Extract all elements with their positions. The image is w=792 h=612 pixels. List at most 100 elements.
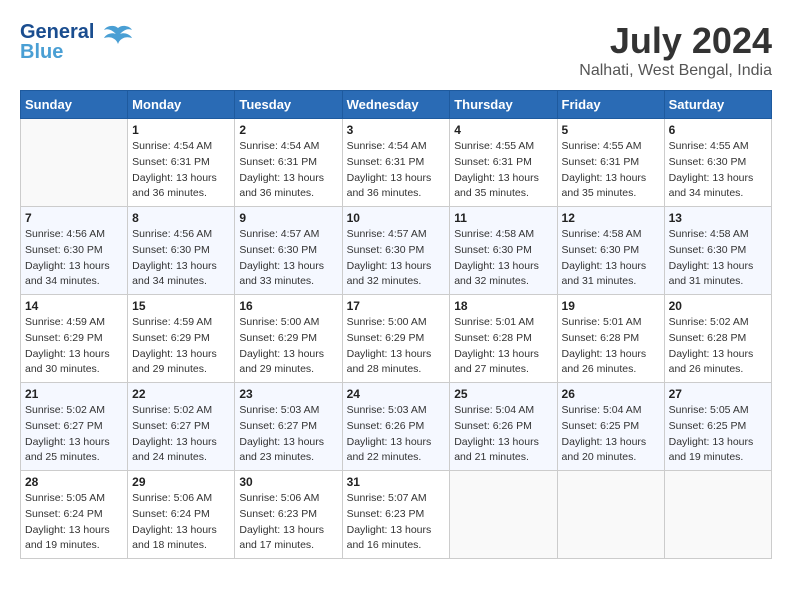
day-number: 4 — [454, 123, 552, 137]
day-number: 24 — [347, 387, 446, 401]
calendar-cell: 4Sunrise: 4:55 AMSunset: 6:31 PMDaylight… — [450, 119, 557, 207]
day-number: 29 — [132, 475, 230, 489]
calendar-cell: 29 Sunrise: 5:06 AMSunset: 6:24 PMDayligh… — [128, 471, 235, 559]
day-number: 30 — [239, 475, 337, 489]
day-detail: Sunrise: 5:02 AMSunset: 6:28 PMDaylight:… — [669, 315, 767, 378]
day-detail: Sunrise: 4:54 AMSunset: 6:31 PMDaylight:… — [132, 139, 230, 202]
day-number: 15 — [132, 299, 230, 313]
calendar-week-row: 7 Sunrise: 4:56 AMSunset: 6:30 PMDaylight… — [21, 207, 772, 295]
day-number: 27 — [669, 387, 767, 401]
day-number: 6 — [669, 123, 767, 137]
day-number: 14 — [25, 299, 123, 313]
day-detail: Sunrise: 5:03 AMSunset: 6:27 PMDaylight:… — [239, 403, 337, 466]
calendar-cell: 3 Sunrise: 4:54 AMSunset: 6:31 PMDaylight… — [342, 119, 450, 207]
calendar-cell: 24Sunrise: 5:03 AMSunset: 6:26 PMDayligh… — [342, 383, 450, 471]
day-detail: Sunrise: 4:54 AMSunset: 6:31 PMDaylight:… — [239, 139, 337, 202]
calendar-cell — [664, 471, 771, 559]
weekday-header-row: SundayMondayTuesdayWednesdayThursdayFrid… — [21, 91, 772, 119]
logo: General Blue — [20, 20, 136, 63]
day-detail: Sunrise: 5:01 AMSunset: 6:28 PMDaylight:… — [454, 315, 552, 378]
day-number: 28 — [25, 475, 123, 489]
day-number: 22 — [132, 387, 230, 401]
day-detail: Sunrise: 5:06 AMSunset: 6:23 PMDaylight:… — [239, 491, 337, 554]
weekday-header-thursday: Thursday — [450, 91, 557, 119]
calendar-cell: 27Sunrise: 5:05 AMSunset: 6:25 PMDayligh… — [664, 383, 771, 471]
weekday-header-wednesday: Wednesday — [342, 91, 450, 119]
weekday-header-sunday: Sunday — [21, 91, 128, 119]
calendar-cell: 15 Sunrise: 4:59 AMSunset: 6:29 PMDayligh… — [128, 295, 235, 383]
day-number: 18 — [454, 299, 552, 313]
logo-blue: Blue — [20, 42, 94, 62]
day-number: 2 — [239, 123, 337, 137]
calendar-cell: 30 Sunrise: 5:06 AMSunset: 6:23 PMDayligh… — [235, 471, 342, 559]
day-detail: Sunrise: 4:56 AMSunset: 6:30 PMDaylight:… — [25, 227, 123, 290]
day-detail: Sunrise: 5:07 AMSunset: 6:23 PMDaylight:… — [347, 491, 446, 554]
day-number: 8 — [132, 211, 230, 225]
calendar-cell: 10Sunrise: 4:57 AMSunset: 6:30 PMDayligh… — [342, 207, 450, 295]
calendar-cell: 7 Sunrise: 4:56 AMSunset: 6:30 PMDaylight… — [21, 207, 128, 295]
location-subtitle: Nalhati, West Bengal, India — [579, 62, 772, 80]
calendar-cell: 13 Sunrise: 4:58 AMSunset: 6:30 PMDayligh… — [664, 207, 771, 295]
calendar-week-row: 1 Sunrise: 4:54 AMSunset: 6:31 PMDaylight… — [21, 119, 772, 207]
calendar-cell: 2 Sunrise: 4:54 AMSunset: 6:31 PMDaylight… — [235, 119, 342, 207]
calendar-cell: 1 Sunrise: 4:54 AMSunset: 6:31 PMDaylight… — [128, 119, 235, 207]
calendar-cell: 17Sunrise: 5:00 AMSunset: 6:29 PMDayligh… — [342, 295, 450, 383]
day-detail: Sunrise: 4:58 AMSunset: 6:30 PMDaylight:… — [669, 227, 767, 290]
weekday-header-tuesday: Tuesday — [235, 91, 342, 119]
day-detail: Sunrise: 4:56 AMSunset: 6:30 PMDaylight:… — [132, 227, 230, 290]
day-number: 12 — [562, 211, 660, 225]
day-detail: Sunrise: 5:05 AMSunset: 6:24 PMDaylight:… — [25, 491, 123, 554]
weekday-header-friday: Friday — [557, 91, 664, 119]
calendar-cell: 9Sunrise: 4:57 AMSunset: 6:30 PMDaylight… — [235, 207, 342, 295]
day-detail: Sunrise: 5:02 AMSunset: 6:27 PMDaylight:… — [25, 403, 123, 466]
calendar-cell: 16Sunrise: 5:00 AMSunset: 6:29 PMDayligh… — [235, 295, 342, 383]
calendar-cell: 31Sunrise: 5:07 AMSunset: 6:23 PMDayligh… — [342, 471, 450, 559]
calendar-cell: 22Sunrise: 5:02 AMSunset: 6:27 PMDayligh… — [128, 383, 235, 471]
day-number: 23 — [239, 387, 337, 401]
day-detail: Sunrise: 4:59 AMSunset: 6:29 PMDaylight:… — [25, 315, 123, 378]
calendar-cell: 21 Sunrise: 5:02 AMSunset: 6:27 PMDayligh… — [21, 383, 128, 471]
calendar-cell: 23 Sunrise: 5:03 AMSunset: 6:27 PMDayligh… — [235, 383, 342, 471]
month-year-title: July 2024 — [579, 20, 772, 62]
calendar-cell — [450, 471, 557, 559]
day-number: 13 — [669, 211, 767, 225]
day-number: 19 — [562, 299, 660, 313]
logo-general: General — [20, 22, 94, 42]
calendar-cell: 25 Sunrise: 5:04 AMSunset: 6:26 PMDayligh… — [450, 383, 557, 471]
day-detail: Sunrise: 5:01 AMSunset: 6:28 PMDaylight:… — [562, 315, 660, 378]
calendar-cell: 11 Sunrise: 4:58 AMSunset: 6:30 PMDayligh… — [450, 207, 557, 295]
day-detail: Sunrise: 4:55 AMSunset: 6:31 PMDaylight:… — [562, 139, 660, 202]
calendar-cell: 26 Sunrise: 5:04 AMSunset: 6:25 PMDayligh… — [557, 383, 664, 471]
day-detail: Sunrise: 4:58 AMSunset: 6:30 PMDaylight:… — [454, 227, 552, 290]
calendar-cell — [21, 119, 128, 207]
calendar-table: SundayMondayTuesdayWednesdayThursdayFrid… — [20, 90, 772, 559]
calendar-cell: 5 Sunrise: 4:55 AMSunset: 6:31 PMDaylight… — [557, 119, 664, 207]
calendar-week-row: 21 Sunrise: 5:02 AMSunset: 6:27 PMDayligh… — [21, 383, 772, 471]
day-number: 1 — [132, 123, 230, 137]
day-number: 16 — [239, 299, 337, 313]
day-detail: Sunrise: 4:59 AMSunset: 6:29 PMDaylight:… — [132, 315, 230, 378]
day-detail: Sunrise: 4:54 AMSunset: 6:31 PMDaylight:… — [347, 139, 446, 202]
day-detail: Sunrise: 4:57 AMSunset: 6:30 PMDaylight:… — [347, 227, 446, 290]
day-detail: Sunrise: 5:04 AMSunset: 6:25 PMDaylight:… — [562, 403, 660, 466]
calendar-cell — [557, 471, 664, 559]
day-detail: Sunrise: 5:06 AMSunset: 6:24 PMDaylight:… — [132, 491, 230, 554]
day-number: 7 — [25, 211, 123, 225]
day-number: 20 — [669, 299, 767, 313]
calendar-cell: 12 Sunrise: 4:58 AMSunset: 6:30 PMDayligh… — [557, 207, 664, 295]
day-number: 9 — [239, 211, 337, 225]
calendar-week-row: 28 Sunrise: 5:05 AMSunset: 6:24 PMDayligh… — [21, 471, 772, 559]
day-detail: Sunrise: 5:00 AMSunset: 6:29 PMDaylight:… — [347, 315, 446, 378]
day-number: 21 — [25, 387, 123, 401]
day-number: 26 — [562, 387, 660, 401]
title-block: July 2024 Nalhati, West Bengal, India — [579, 20, 772, 80]
day-number: 25 — [454, 387, 552, 401]
day-number: 11 — [454, 211, 552, 225]
logo-bird-icon — [100, 20, 136, 63]
calendar-cell: 18 Sunrise: 5:01 AMSunset: 6:28 PMDayligh… — [450, 295, 557, 383]
day-detail: Sunrise: 5:04 AMSunset: 6:26 PMDaylight:… — [454, 403, 552, 466]
day-detail: Sunrise: 4:58 AMSunset: 6:30 PMDaylight:… — [562, 227, 660, 290]
calendar-week-row: 14 Sunrise: 4:59 AMSunset: 6:29 PMDayligh… — [21, 295, 772, 383]
day-number: 5 — [562, 123, 660, 137]
day-number: 3 — [347, 123, 446, 137]
